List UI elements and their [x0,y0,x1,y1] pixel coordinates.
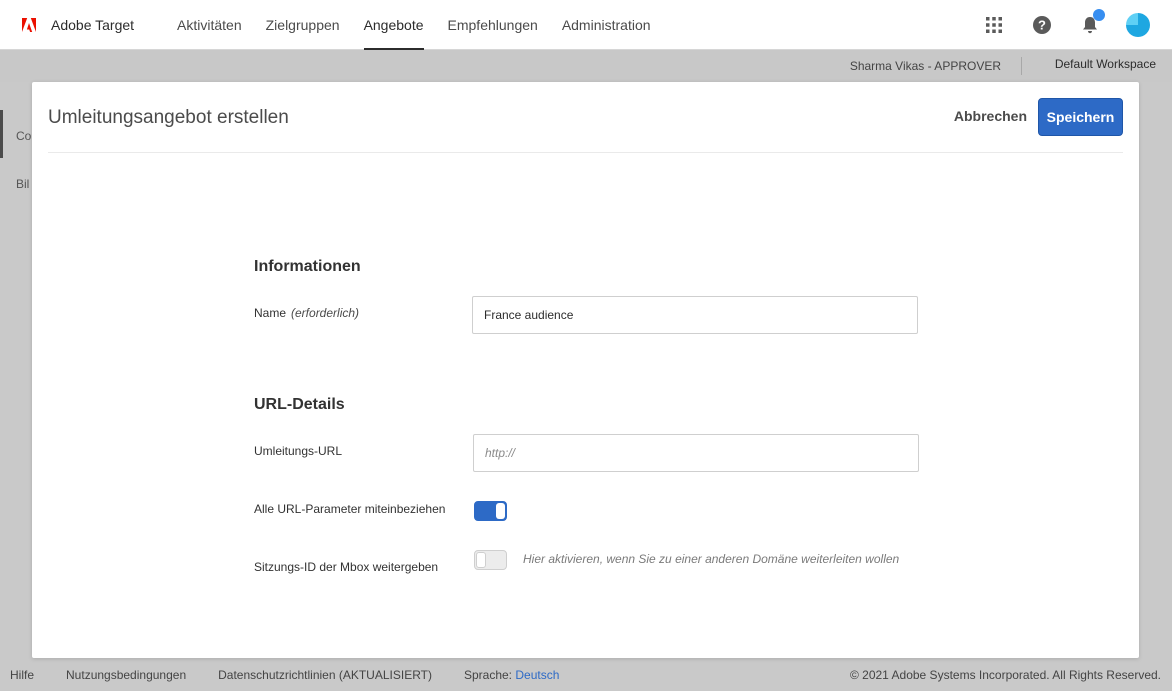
name-field-label: Name (erforderlich) [254,306,359,320]
app-name: Adobe Target [51,16,135,33]
adobe-logo-icon [22,17,36,32]
footer-terms-link[interactable]: Nutzungsbedingungen [66,668,186,682]
pass-session-hint: Hier aktivieren, wenn Sie zu einer ander… [523,552,900,566]
name-input[interactable] [472,296,918,334]
save-button[interactable]: Speichern [1038,98,1123,136]
apps-grid-icon[interactable] [982,13,1006,37]
include-params-toggle[interactable] [474,501,507,521]
copyright: © 2021 Adobe Systems Incorporated. All R… [849,668,1161,682]
footer-language: Sprache: Deutsch [464,668,559,682]
required-hint: (erforderlich) [291,306,360,320]
nav-item-angebote[interactable]: Angebote [352,0,436,50]
redirect-url-label: Umleitungs-URL [254,444,343,458]
pass-session-label: Sitzungs-ID der Mbox weitergeben [254,560,439,574]
nav-item-administration[interactable]: Administration [550,0,663,50]
top-navigation-bar: Adobe Target Aktivitäten Zielgruppen Ang… [0,0,1172,50]
svg-text:?: ? [1038,18,1046,33]
workspace-selector[interactable]: Default Workspace [1055,57,1156,71]
brand[interactable]: Adobe Target [22,17,134,33]
side-item-code[interactable]: Co [16,129,31,143]
name-label: Name [254,306,287,320]
side-item-images[interactable]: Bil [16,177,29,191]
user-role: Sharma Vikas - APPROVER [849,59,1001,73]
language-link[interactable]: Deutsch [515,668,559,682]
side-active-indicator [0,110,3,158]
divider [1021,57,1022,75]
dialog-header: Umleitungsangebot erstellen Abbrechen Sp… [48,82,1123,153]
help-icon[interactable]: ? [1030,13,1054,37]
user-avatar[interactable] [1126,13,1150,37]
notification-badge [1093,9,1105,21]
nav-item-zielgruppen[interactable]: Zielgruppen [254,0,352,50]
dialog-title: Umleitungsangebot erstellen [48,107,289,128]
nav-item-empfehlungen[interactable]: Empfehlungen [436,0,550,50]
footer-help-link[interactable]: Hilfe [10,668,34,682]
top-icons: ? [958,0,1150,50]
pass-session-toggle[interactable] [474,550,507,570]
cancel-button[interactable]: Abbrechen [954,108,1027,124]
avatar [1126,13,1150,37]
section-title-url-details: URL-Details [254,396,345,413]
footer: Hilfe Nutzungsbedingungen Datenschutzric… [0,658,1172,691]
redirect-url-input[interactable] [473,434,919,472]
bell-icon[interactable] [1078,9,1105,37]
toggle-knob [496,503,505,519]
footer-privacy-link[interactable]: Datenschutzrichtlinien (AKTUALISIERT) [218,668,432,682]
toggle-knob [476,552,486,568]
create-redirect-offer-dialog: Umleitungsangebot erstellen Abbrechen Sp… [32,82,1139,658]
section-title-information: Informationen [254,258,361,275]
include-params-label: Alle URL-Parameter miteinbeziehen [254,502,446,516]
main-nav: Aktivitäten Zielgruppen Angebote Empfehl… [165,0,662,50]
language-label: Sprache: [463,667,513,682]
nav-item-aktivitaeten[interactable]: Aktivitäten [165,0,254,50]
workspace-bar: Sharma Vikas - APPROVER Default Workspac… [0,50,1172,82]
